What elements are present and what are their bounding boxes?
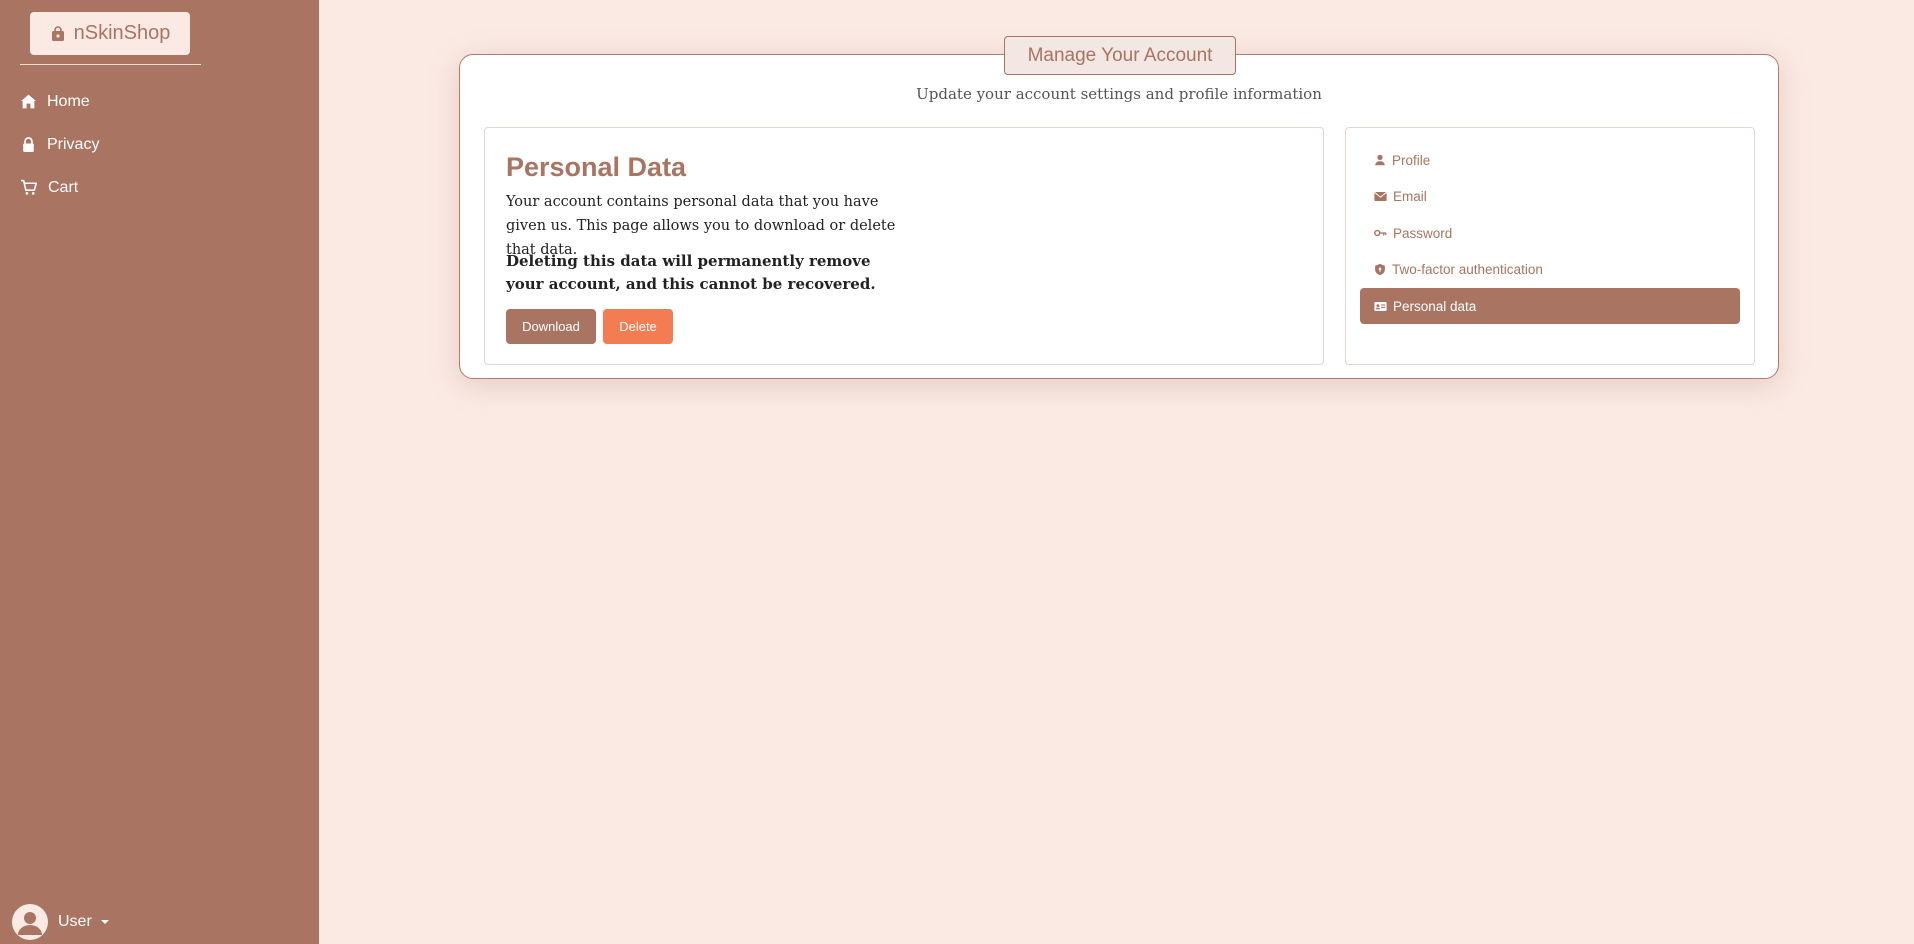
menu-item-profile[interactable]: Profile (1360, 142, 1740, 178)
nav-item-label: Home (47, 92, 90, 110)
menu-item-label: Personal data (1393, 298, 1477, 314)
shield-icon (1375, 263, 1385, 276)
brand-divider (20, 64, 201, 65)
id-card-icon (1374, 301, 1387, 311)
user-circle-icon (12, 904, 48, 940)
account-settings-menu: Profile Email Password Two-factor authen… (1345, 127, 1755, 365)
main-nav: Home Privacy Cart (0, 80, 319, 209)
page-title: Manage Your Account (1004, 36, 1236, 75)
brand-name: nSkinShop (73, 22, 171, 44)
envelope-icon (1374, 192, 1387, 201)
key-icon (1374, 229, 1387, 237)
nav-item-privacy[interactable]: Privacy (0, 123, 319, 166)
delete-warning: Deleting this data will permanently remo… (506, 252, 876, 293)
menu-item-label: Email (1393, 189, 1427, 204)
lock-icon (23, 137, 34, 152)
delete-button[interactable]: Delete (603, 309, 673, 344)
menu-item-two-factor[interactable]: Two-factor authentication (1360, 252, 1740, 288)
house-icon (21, 94, 36, 109)
menu-item-email[interactable]: Email (1360, 179, 1740, 215)
menu-item-personal-data[interactable]: Personal data (1360, 288, 1740, 324)
manage-account-card: Manage Your Account Update your account … (459, 36, 1779, 379)
menu-item-password[interactable]: Password (1360, 215, 1740, 251)
settings-menu-list: Profile Email Password Two-factor authen… (1360, 142, 1740, 325)
nav-item-label: Privacy (47, 135, 100, 153)
cart-icon (21, 179, 38, 195)
user-name: User (58, 913, 92, 930)
caret-down-icon (100, 920, 109, 924)
person-icon (1375, 154, 1385, 166)
download-button[interactable]: Download (506, 309, 596, 344)
page-subtitle: Update your account settings and profile… (916, 85, 1322, 103)
personal-data-panel: Personal Data Your account contains pers… (484, 127, 1324, 365)
user-menu[interactable]: User (12, 904, 110, 940)
brand-link[interactable]: nSkinShop (30, 12, 190, 55)
menu-item-label: Password (1393, 225, 1453, 241)
nav-item-home[interactable]: Home (0, 80, 319, 123)
sidebar: nSkinShop Home Privacy Cart User (0, 0, 319, 944)
section-heading: Personal Data (506, 152, 687, 182)
menu-item-label: Profile (1392, 152, 1431, 168)
shopping-bag-icon (51, 25, 64, 41)
nav-item-label: Cart (48, 178, 79, 196)
nav-item-cart[interactable]: Cart (0, 166, 319, 209)
menu-item-label: Two-factor authentication (1392, 262, 1543, 277)
